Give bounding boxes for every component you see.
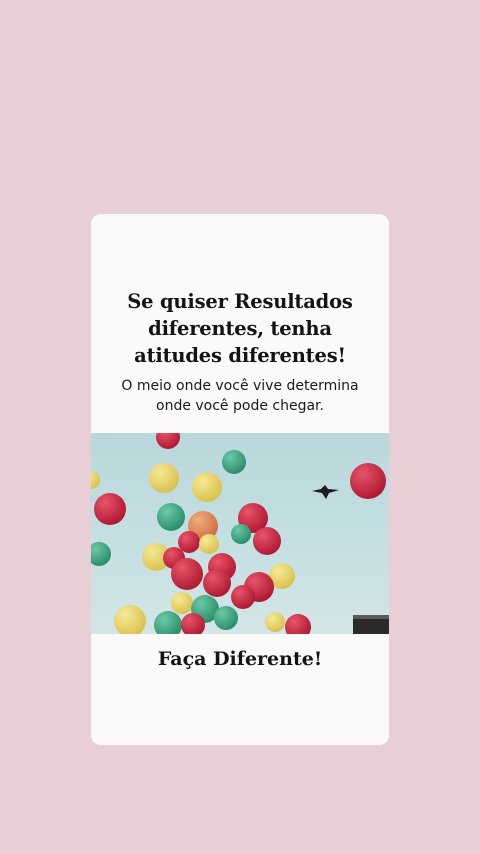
balloon (199, 534, 219, 554)
story-screen: { "card": { "headline": "Se quiser Resul… (0, 0, 480, 854)
balloon (231, 524, 251, 544)
balloon (149, 463, 179, 493)
balloon (91, 471, 100, 489)
balloon (154, 611, 182, 634)
balloon (253, 527, 281, 555)
balloon (157, 503, 185, 531)
balloon (214, 606, 238, 630)
balloon (285, 614, 311, 634)
subheadline: O meio onde você vive determina onde voc… (121, 378, 359, 414)
balloon (192, 472, 222, 502)
balloons-photo (91, 433, 389, 634)
balloon (171, 558, 203, 590)
balloon (156, 433, 180, 449)
headline: Se quiser Resultados diferentes, tenha a… (127, 290, 353, 367)
bird-icon (312, 485, 339, 499)
balloon (265, 612, 285, 632)
balloon (114, 605, 146, 634)
balloon (178, 531, 200, 553)
story-card: Se quiser Resultados diferentes, tenha a… (91, 214, 389, 745)
balloon (222, 450, 246, 474)
balloon (91, 542, 111, 566)
balloon (203, 569, 231, 597)
balloon (350, 463, 386, 499)
balloon (231, 585, 255, 609)
cta-text: Faça Diferente! (157, 648, 323, 670)
balloons-illustration (91, 433, 389, 634)
balloon (94, 493, 126, 525)
balloon (171, 592, 193, 614)
